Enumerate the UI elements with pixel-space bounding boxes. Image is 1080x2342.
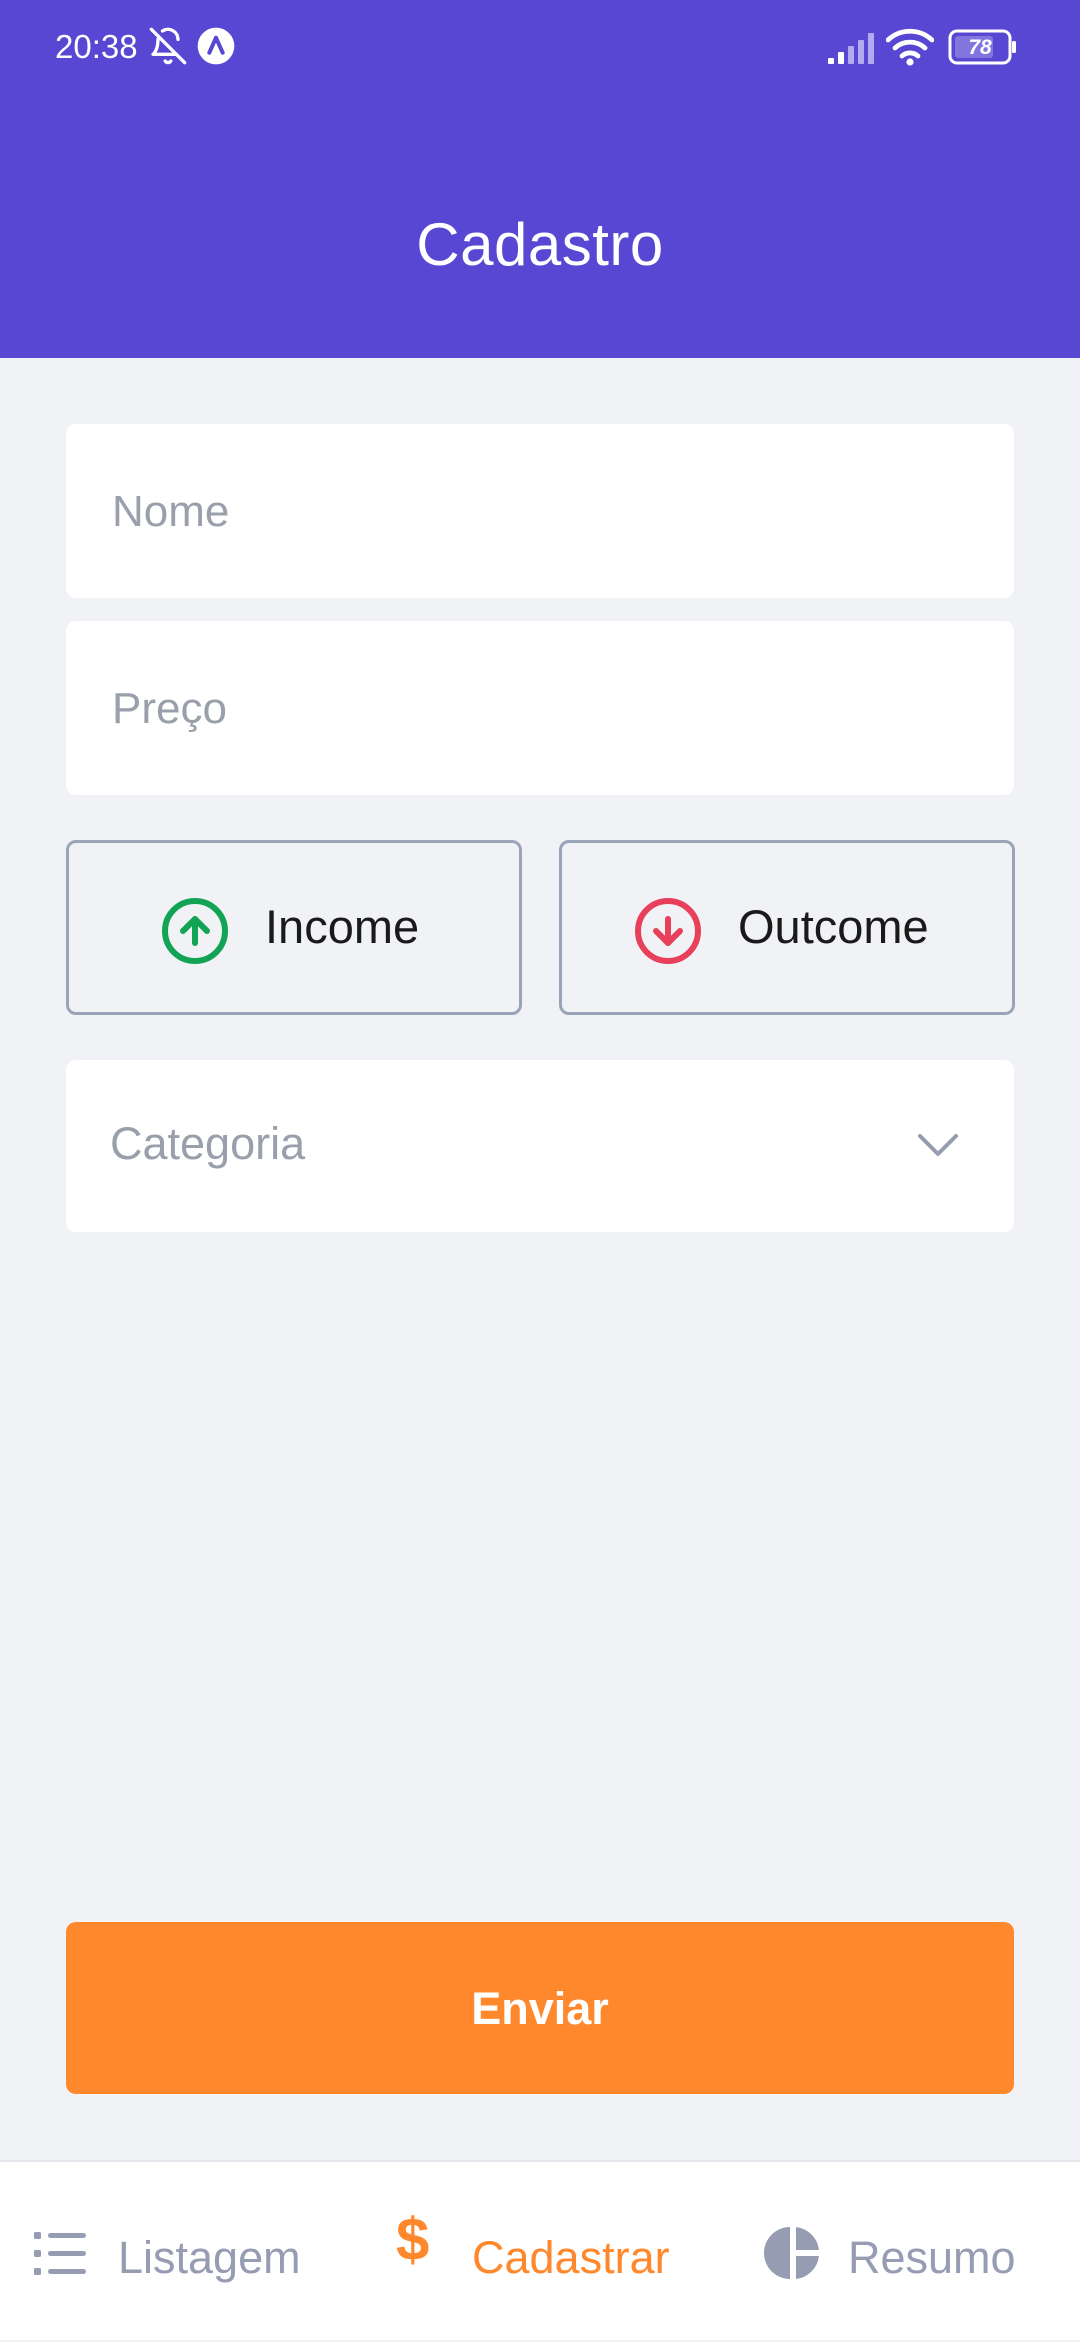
name-input[interactable]	[110, 424, 954, 600]
name-field[interactable]	[66, 424, 1014, 600]
dollar-sign-icon: $	[396, 2206, 430, 2273]
arrow-up-circle-icon	[162, 898, 228, 964]
category-placeholder: Categoria	[110, 1118, 306, 1169]
arrow-down-circle-icon	[635, 898, 701, 964]
status-time: 20:38	[55, 28, 138, 65]
status-bar: 20:38 78	[0, 0, 1080, 96]
outcome-button[interactable]: Outcome	[559, 840, 1015, 1015]
bell-off-icon	[149, 27, 187, 65]
income-button[interactable]: Income	[66, 840, 522, 1015]
signal-icon	[828, 33, 874, 64]
submit-button[interactable]: Enviar	[66, 1922, 1014, 2094]
nav-item-listagem[interactable]: Listagem	[0, 2162, 330, 2342]
page-title: Cadastro	[416, 211, 664, 278]
nav-label-resumo: Resumo	[848, 2232, 1016, 2283]
wifi-icon	[886, 28, 934, 66]
nav-item-resumo[interactable]: Resumo	[740, 2162, 1080, 2342]
bottom-navigation: Listagem $ Cadastrar Resumo	[0, 2160, 1080, 2340]
price-field[interactable]	[66, 621, 1014, 797]
app-notification-icon	[197, 27, 235, 65]
app-header: 20:38 78 Cadastro	[0, 0, 1080, 358]
outcome-label: Outcome	[738, 900, 929, 953]
pie-chart-icon	[764, 2227, 819, 2279]
price-input[interactable]	[110, 621, 954, 797]
battery-level: 78	[968, 36, 992, 59]
nav-label-listagem: Listagem	[118, 2232, 301, 2283]
category-select[interactable]: Categoria	[66, 1060, 1014, 1232]
nav-item-cadastrar[interactable]: $ Cadastrar	[370, 2162, 700, 2342]
nav-label-cadastrar: Cadastrar	[472, 2232, 670, 2283]
income-label: Income	[265, 900, 420, 953]
chevron-down-icon	[918, 1134, 958, 1156]
list-icon	[34, 2232, 86, 2275]
